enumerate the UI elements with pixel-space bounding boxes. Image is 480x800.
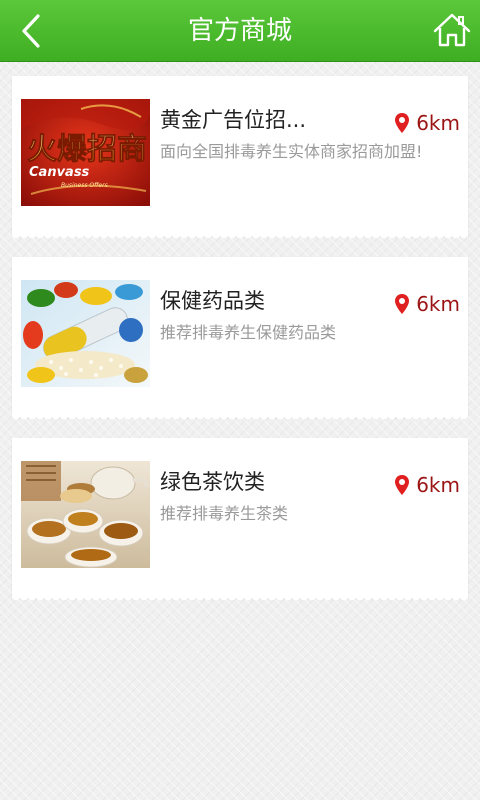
distance-text: 6km [416, 473, 460, 497]
location-pin-icon [395, 475, 410, 495]
list-item[interactable]: 绿色茶饮类 推荐排毒养生茶类 6km [12, 438, 468, 604]
item-description: 推荐排毒养生茶类 [160, 504, 289, 523]
item-name: 保健药品类 [160, 289, 265, 313]
tea-set-image [21, 461, 150, 568]
capsules-image [21, 280, 150, 387]
item-distance: 6km [394, 289, 460, 319]
item-name: 绿色茶饮类 [160, 470, 265, 494]
svg-text:Business Offers: Business Offers [61, 182, 108, 189]
item-thumbnail [21, 461, 150, 568]
location-pin-icon [395, 294, 410, 314]
item-thumbnail [21, 280, 150, 387]
list-item[interactable]: 保健药品类 推荐排毒养生保健药品类 6km [12, 257, 468, 423]
shop-list: 火爆招商 Canvass Business Offers 黄金广告位招... 面… [12, 76, 468, 619]
home-button[interactable] [432, 10, 472, 50]
svg-text:火爆招商: 火爆招商 [27, 132, 147, 167]
promo-banner-image: 火爆招商 Canvass Business Offers [21, 99, 150, 206]
chevron-left-icon [22, 14, 40, 48]
item-distance: 6km [394, 108, 460, 138]
app-header: 官方商城 [0, 0, 480, 62]
item-distance: 6km [394, 470, 460, 500]
item-thumbnail: 火爆招商 Canvass Business Offers [21, 99, 150, 206]
item-name: 黄金广告位招... [160, 108, 307, 132]
home-icon [433, 13, 471, 47]
back-button[interactable] [10, 8, 54, 54]
distance-text: 6km [416, 292, 460, 316]
item-description: 推荐排毒养生保健药品类 [160, 323, 337, 342]
item-description: 面向全国排毒养生实体商家招商加盟! [160, 142, 423, 161]
location-pin-icon [395, 113, 410, 133]
list-item[interactable]: 火爆招商 Canvass Business Offers 黄金广告位招... 面… [12, 76, 468, 242]
page-title: 官方商城 [187, 16, 292, 46]
distance-text: 6km [416, 111, 460, 135]
svg-text:Canvass: Canvass [29, 165, 90, 180]
